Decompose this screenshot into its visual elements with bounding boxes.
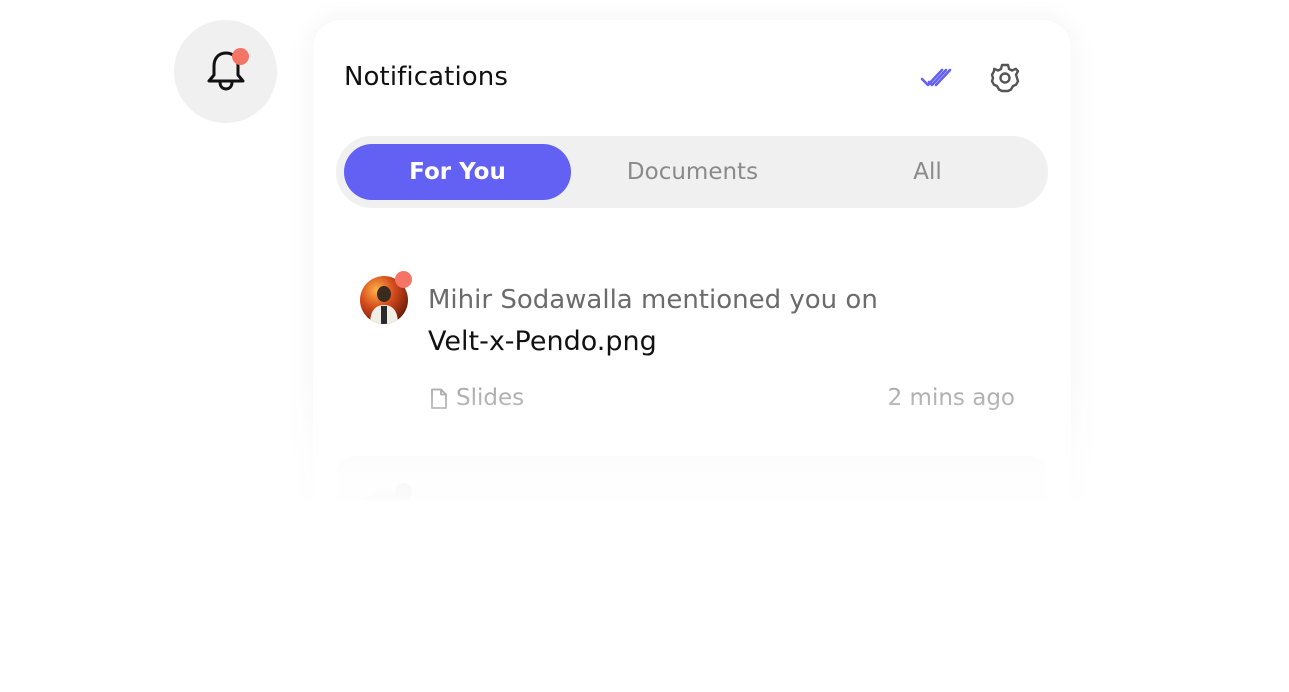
- panel-title: Notifications: [344, 62, 509, 92]
- notifications-stage: Notifications For You Documents All Mihi…: [0, 0, 1289, 692]
- gear-icon[interactable]: [989, 62, 1021, 94]
- notification-tabs: For You Documents All: [336, 136, 1048, 208]
- placeholder-dot: [395, 483, 412, 500]
- bottom-fade: [0, 500, 1289, 692]
- unread-dot: [395, 271, 412, 288]
- notification-source: Slides: [456, 385, 525, 411]
- tab-documents[interactable]: Documents: [579, 144, 806, 200]
- tab-for-you[interactable]: For You: [344, 144, 571, 200]
- unread-indicator-dot: [232, 48, 249, 65]
- file-icon: [431, 388, 447, 409]
- double-check-icon[interactable]: [920, 65, 956, 91]
- notifications-panel: Notifications For You Documents All Mihi…: [263, 20, 1121, 560]
- notification-bell-button[interactable]: [174, 20, 277, 123]
- tab-all[interactable]: All: [814, 144, 1041, 200]
- notification-message: Mihir Sodawalla mentioned you on: [428, 285, 878, 315]
- document-link[interactable]: Velt-x-Pendo.png: [428, 324, 657, 360]
- notification-time: 2 mins ago: [887, 385, 1015, 411]
